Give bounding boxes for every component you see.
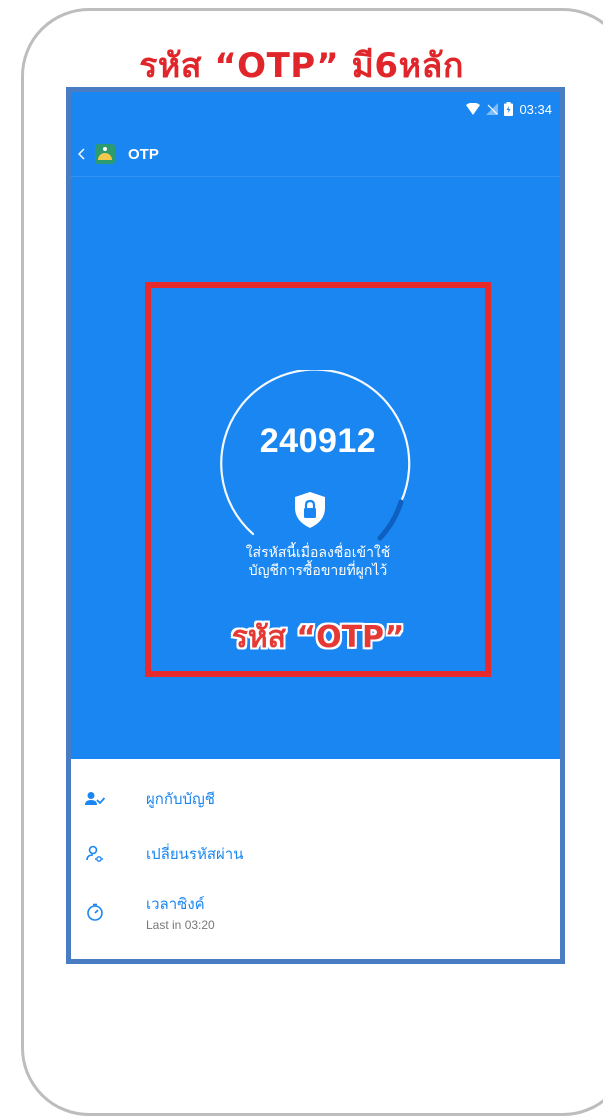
status-bar: 03:34: [71, 92, 560, 126]
otp-hint-line-1: ใส่รหัสนี้เมื่อลงชื่อเข้าใช้: [245, 545, 391, 561]
otp-hint-line-2: บัญชีการซื้อขายที่ผูกไว้: [248, 563, 388, 579]
page-title: OTP: [128, 145, 159, 163]
timer-sync-icon: [85, 902, 105, 922]
wifi-icon: [466, 103, 481, 115]
menu-item-label: ผูกกับบัญชี: [146, 790, 215, 808]
app-logo-icon: [95, 144, 115, 164]
headline: รหัส “OTP” มี6หลัก: [139, 46, 464, 86]
menu-item-label: เวลาซิงค์: [146, 895, 205, 913]
no-signal-icon: [486, 103, 499, 115]
change-password-icon: [85, 844, 105, 864]
menu-item-time-sync[interactable]: เวลาซิงค์ Last in 03:20: [71, 884, 560, 940]
screen-content: 03:34 OTP 240912 ใส่รหัสนี้เมื่อลงชื่อเข…: [71, 92, 560, 959]
menu-item-change-password[interactable]: เปลี่ยนรหัสผ่าน: [71, 826, 560, 882]
chevron-left-icon[interactable]: [75, 145, 89, 164]
shield-lock-icon: [295, 492, 325, 528]
options-menu: ผูกกับบัญชี เปลี่ยนรหัสผ่าน เวลาซิงค์ La…: [71, 759, 560, 959]
app-bar: OTP: [71, 132, 560, 177]
menu-item-link-account[interactable]: ผูกกับบัญชี: [71, 771, 560, 827]
status-time: 03:34: [519, 101, 552, 117]
otp-hint: ใส่รหัสนี้เมื่อลงชื่อเข้าใช้ บัญชีการซื้…: [71, 544, 560, 580]
phone-screen: 03:34 OTP 240912 ใส่รหัสนี้เมื่อลงชื่อเข…: [66, 87, 565, 964]
battery-icon: [504, 102, 514, 116]
countdown-dial: [220, 370, 411, 541]
link-account-icon: [85, 789, 105, 809]
menu-item-label: เปลี่ยนรหัสผ่าน: [146, 845, 244, 863]
otp-code: 240912: [259, 422, 377, 460]
last-sync-time: Last in 03:20: [146, 918, 215, 932]
otp-label: รหัส “OTP”: [231, 620, 405, 655]
